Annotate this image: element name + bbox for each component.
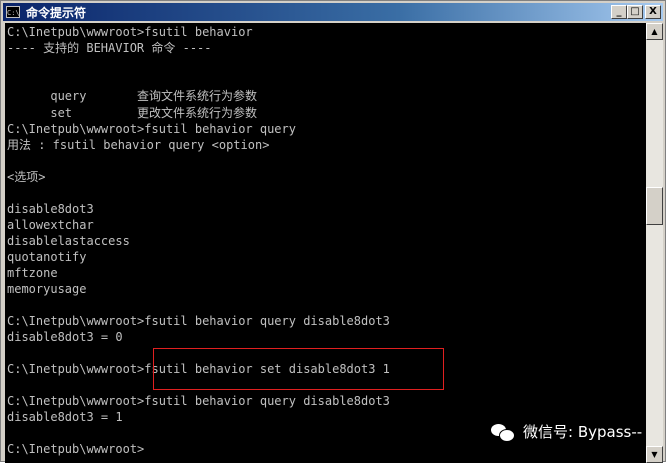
watermark: 微信号: Bypass-- bbox=[491, 421, 642, 442]
console-line: disable8dot3 = 1 bbox=[7, 410, 123, 424]
console-line: allowextchar bbox=[7, 218, 94, 232]
console-line: 用法 : fsutil behavior query <option> bbox=[7, 138, 270, 152]
console-line: C:\Inetpub\wwwroot>fsutil behavior bbox=[7, 25, 253, 39]
console-line: <选项> bbox=[7, 170, 46, 184]
scroll-down-icon[interactable]: ▼ bbox=[646, 446, 663, 463]
minimize-button[interactable]: _ bbox=[611, 5, 627, 19]
console-line: mftzone bbox=[7, 266, 58, 280]
title-bar[interactable]: C:\ 命令提示符 _ □ X bbox=[3, 3, 663, 21]
command-row: set 更改文件系统行为参数 bbox=[7, 89, 257, 120]
scroll-thumb[interactable] bbox=[646, 187, 663, 225]
console-line: C:\Inetpub\wwwroot>fsutil behavior query… bbox=[7, 394, 390, 408]
window-title: 命令提示符 bbox=[26, 5, 87, 20]
console-line: disable8dot3 bbox=[7, 202, 94, 216]
console-line: quotanotify bbox=[7, 250, 87, 264]
command-description: 更改文件系统行为参数 bbox=[137, 106, 258, 120]
wechat-icon bbox=[491, 422, 515, 442]
close-button[interactable]: X bbox=[645, 5, 661, 19]
vertical-scrollbar[interactable]: ▲ ▼ bbox=[646, 23, 663, 463]
watermark-text: 微信号: Bypass-- bbox=[523, 423, 643, 441]
command-prompt-window: C:\ 命令提示符 _ □ X C:\Inetpub\wwwroot>fsuti… bbox=[0, 0, 666, 463]
console-line: C:\Inetpub\wwwroot> bbox=[7, 442, 145, 456]
console-icon: C:\ bbox=[6, 6, 20, 18]
command-description: 查询文件系统行为参数 bbox=[137, 89, 258, 103]
console-line: memoryusage bbox=[7, 282, 87, 296]
command-name: set bbox=[50, 106, 73, 120]
maximize-button[interactable]: □ bbox=[627, 5, 643, 19]
command-row: query 查询文件系统行为参数 bbox=[7, 72, 257, 103]
console-line: C:\Inetpub\wwwroot>fsutil behavior query bbox=[7, 122, 296, 136]
console-output[interactable]: C:\Inetpub\wwwroot>fsutil behavior ---- … bbox=[5, 23, 646, 463]
console-line: disablelastaccess bbox=[7, 234, 130, 248]
console-line: disable8dot3 = 0 bbox=[7, 330, 123, 344]
console-line: ---- 支持的 BEHAVIOR 命令 ---- bbox=[7, 41, 212, 55]
highlight-box bbox=[153, 348, 444, 390]
console-line: C:\Inetpub\wwwroot>fsutil behavior query… bbox=[7, 314, 390, 328]
scroll-up-icon[interactable]: ▲ bbox=[646, 23, 663, 40]
